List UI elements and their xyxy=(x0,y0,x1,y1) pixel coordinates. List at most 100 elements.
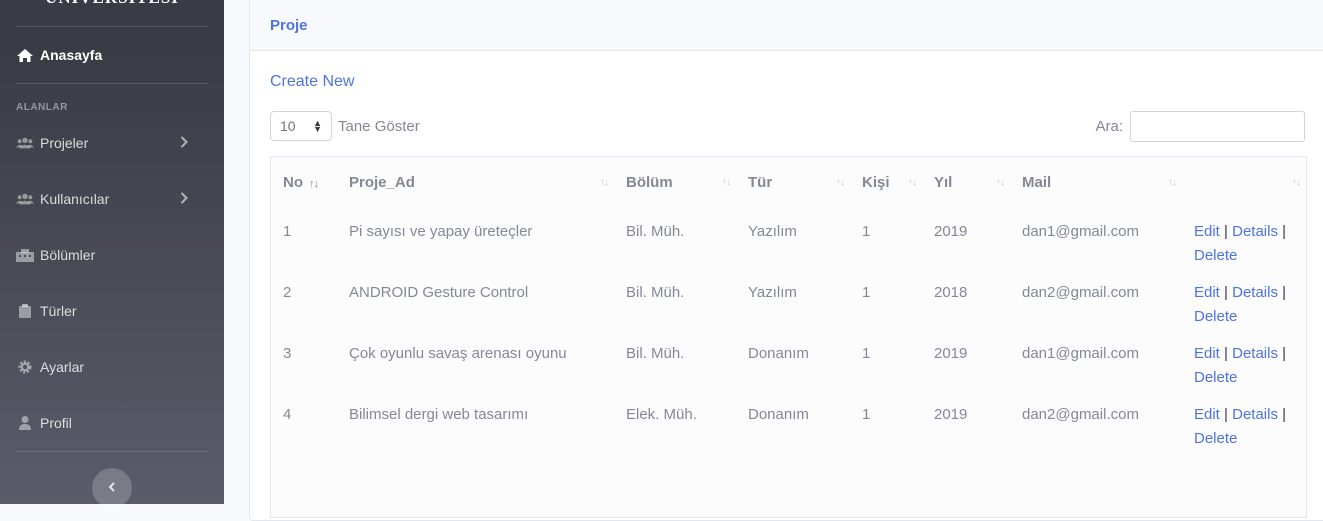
users-icon xyxy=(16,136,34,150)
cell-mail: dan1@gmail.com xyxy=(1022,223,1139,240)
edit-link[interactable]: Edit xyxy=(1194,345,1220,362)
cell-proje-ad: ANDROID Gesture Control xyxy=(349,284,529,301)
column-header-actions[interactable]: ↑↓ xyxy=(1182,157,1306,207)
column-header-proje-ad[interactable]: Proje_Ad ↑↓ xyxy=(337,157,614,207)
sidebar: ÜNİVERSİTESİ Anasayfa ALANLAR Projeler K… xyxy=(0,0,224,508)
cell-kisi: 1 xyxy=(862,345,871,362)
cell-yil: 2019 xyxy=(934,345,968,362)
page-length-select[interactable]: 10 ▲ ▼ xyxy=(270,111,332,141)
action-separator: | xyxy=(1282,345,1287,362)
delete-link[interactable]: Delete xyxy=(1194,369,1237,386)
users-icon xyxy=(16,192,34,206)
details-link[interactable]: Details xyxy=(1232,345,1278,362)
select-arrows-icon: ▲ ▼ xyxy=(313,118,322,134)
action-separator: | xyxy=(1224,406,1228,423)
project-table: No ↑↓ Proje_Ad ↑↓ Bölüm ↑↓ Tür ↑↓ Kişi ↑↓ Yıl… xyxy=(271,157,1306,451)
create-new-link[interactable]: Create New xyxy=(270,73,354,91)
sidebar-item-label: Türler xyxy=(40,303,77,319)
search-label: Ara: xyxy=(1095,118,1123,135)
action-separator: | xyxy=(1224,223,1228,240)
building-icon xyxy=(16,248,34,262)
sort-icon: ↑↓ xyxy=(996,177,1005,188)
chevron-right-icon xyxy=(180,135,188,151)
cell-tur: Yazılım xyxy=(748,284,797,301)
page-length-value: 10 xyxy=(280,118,296,134)
sort-asc-icon: ↑↓ xyxy=(309,177,319,190)
delete-link[interactable]: Delete xyxy=(1194,247,1237,264)
action-separator: | xyxy=(1282,284,1287,301)
column-header-mail[interactable]: Mail ↑↓ xyxy=(1010,157,1182,207)
sidebar-item-label: Bölümler xyxy=(40,247,96,263)
cell-actions: Edit | Details | Delete xyxy=(1182,268,1306,329)
cell-kisi: 1 xyxy=(862,406,871,423)
sidebar-brand[interactable]: ÜNİVERSİTESİ xyxy=(0,0,224,8)
details-link[interactable]: Details xyxy=(1232,406,1278,423)
sidebar-divider xyxy=(16,83,208,84)
sidebar-item-ayarlar[interactable]: Ayarlar xyxy=(16,355,208,379)
edit-link[interactable]: Edit xyxy=(1194,406,1220,423)
user-icon xyxy=(16,416,34,430)
edit-link[interactable]: Edit xyxy=(1194,284,1220,301)
sidebar-toggle-button[interactable] xyxy=(92,468,132,508)
column-header-tur[interactable]: Tür ↑↓ xyxy=(736,157,850,207)
cell-kisi: 1 xyxy=(862,284,871,301)
sort-icon: ↑↓ xyxy=(908,177,917,188)
sidebar-item-kullanicilar[interactable]: Kullanıcılar xyxy=(16,187,208,211)
action-separator: | xyxy=(1282,406,1287,423)
card-header: Proje xyxy=(250,0,1323,51)
table-header-row: No ↑↓ Proje_Ad ↑↓ Bölüm ↑↓ Tür ↑↓ Kişi ↑↓ Yıl… xyxy=(271,157,1306,207)
table-search: Ara: xyxy=(1095,111,1305,142)
sort-icon: ↑↓ xyxy=(1292,177,1301,188)
delete-link[interactable]: Delete xyxy=(1194,430,1237,447)
table-row: 4 Bilimsel dergi web tasarımı Elek. Müh.… xyxy=(271,390,1306,451)
search-input[interactable] xyxy=(1130,111,1305,142)
cell-yil: 2019 xyxy=(934,406,968,423)
gear-icon xyxy=(16,360,34,374)
card-title: Proje xyxy=(270,16,308,34)
cell-tur: Yazılım xyxy=(748,223,797,240)
details-link[interactable]: Details xyxy=(1232,223,1278,240)
chevron-left-icon xyxy=(108,479,116,497)
sidebar-item-turler[interactable]: Türler xyxy=(16,299,208,323)
project-card: Proje Create New 10 ▲ ▼ Tane Göster Ara: … xyxy=(249,0,1323,521)
sidebar-item-label: Anasayfa xyxy=(40,47,103,63)
cell-proje-ad: Pi sayısı ve yapay üreteçler xyxy=(349,223,533,240)
sidebar-item-anasayfa[interactable]: Anasayfa xyxy=(16,43,208,67)
sort-icon: ↑↓ xyxy=(836,177,845,188)
action-separator: | xyxy=(1224,345,1228,362)
action-separator: | xyxy=(1224,284,1228,301)
sort-icon: ↑↓ xyxy=(600,177,609,188)
column-header-no[interactable]: No ↑↓ xyxy=(271,157,337,207)
sidebar-item-label: Profil xyxy=(40,415,72,431)
sidebar-divider xyxy=(16,451,208,452)
column-header-kisi[interactable]: Kişi ↑↓ xyxy=(850,157,922,207)
column-header-yil[interactable]: Yıl ↑↓ xyxy=(922,157,1010,207)
cell-kisi: 1 xyxy=(862,223,871,240)
sort-icon: ↑↓ xyxy=(722,177,731,188)
details-link[interactable]: Details xyxy=(1232,284,1278,301)
sidebar-item-bolumler[interactable]: Bölümler xyxy=(16,243,208,267)
cell-bolum: Bil. Müh. xyxy=(626,284,685,301)
project-table-wrapper: No ↑↓ Proje_Ad ↑↓ Bölüm ↑↓ Tür ↑↓ Kişi ↑↓ Yıl… xyxy=(270,156,1307,518)
sidebar-heading: ALANLAR xyxy=(16,102,68,113)
delete-link[interactable]: Delete xyxy=(1194,308,1237,325)
table-row: 3 Çok oyunlu savaş arenası oyunu Bil. Mü… xyxy=(271,329,1306,390)
edit-link[interactable]: Edit xyxy=(1194,223,1220,240)
sidebar-item-label: Projeler xyxy=(40,135,89,151)
cell-proje-ad: Çok oyunlu savaş arenası oyunu xyxy=(349,345,567,362)
cell-tur: Donanım xyxy=(748,406,809,423)
table-row: 2 ANDROID Gesture Control Bil. Müh. Yazı… xyxy=(271,268,1306,329)
home-icon xyxy=(16,48,34,62)
clipboard-icon xyxy=(16,304,34,318)
cell-actions: Edit | Details | Delete xyxy=(1182,329,1306,390)
cell-proje-ad: Bilimsel dergi web tasarımı xyxy=(349,406,529,423)
cell-no: 3 xyxy=(283,345,292,362)
action-separator: | xyxy=(1282,223,1287,240)
cell-yil: 2019 xyxy=(934,223,968,240)
cell-bolum: Bil. Müh. xyxy=(626,345,685,362)
cell-mail: dan1@gmail.com xyxy=(1022,345,1139,362)
sidebar-item-profil[interactable]: Profil xyxy=(16,411,208,435)
sidebar-item-projeler[interactable]: Projeler xyxy=(16,131,208,155)
cell-bolum: Elek. Müh. xyxy=(626,406,697,423)
column-header-bolum[interactable]: Bölüm ↑↓ xyxy=(614,157,736,207)
